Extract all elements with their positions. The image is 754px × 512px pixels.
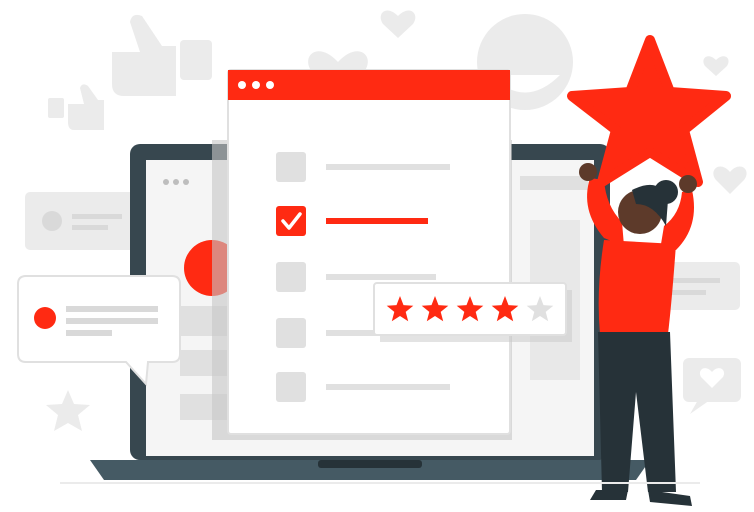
- item-line-1: [326, 164, 450, 170]
- rating-card: [373, 282, 572, 342]
- window-body: [227, 69, 511, 435]
- review-illustration: [0, 0, 754, 512]
- checkbox-1[interactable]: [276, 152, 306, 182]
- background-star-icon: [46, 390, 90, 431]
- item-line-3: [326, 274, 436, 280]
- window-dots-icon: [163, 179, 169, 185]
- item-line-5: [326, 384, 450, 390]
- small-thumbs-up-icon: [48, 84, 104, 130]
- checkbox-5[interactable]: [276, 372, 306, 402]
- ground-line: [60, 482, 700, 484]
- right-heart-icon: [703, 56, 729, 76]
- small-heart-icon: [380, 10, 416, 38]
- checklist-window: [212, 69, 512, 440]
- bubble-accent-dot: [34, 307, 56, 329]
- checkbox-checked-icon[interactable]: [276, 206, 306, 236]
- thumbs-up-icon: [112, 14, 212, 97]
- item-line-2: [326, 218, 428, 224]
- checkbox-3[interactable]: [276, 262, 306, 292]
- chat-heart-icon: [683, 358, 741, 414]
- illustration-canvas: [17, 10, 747, 506]
- far-right-heart-icon: [713, 166, 747, 194]
- checkbox-4[interactable]: [276, 318, 306, 348]
- left-background-card: [25, 192, 140, 250]
